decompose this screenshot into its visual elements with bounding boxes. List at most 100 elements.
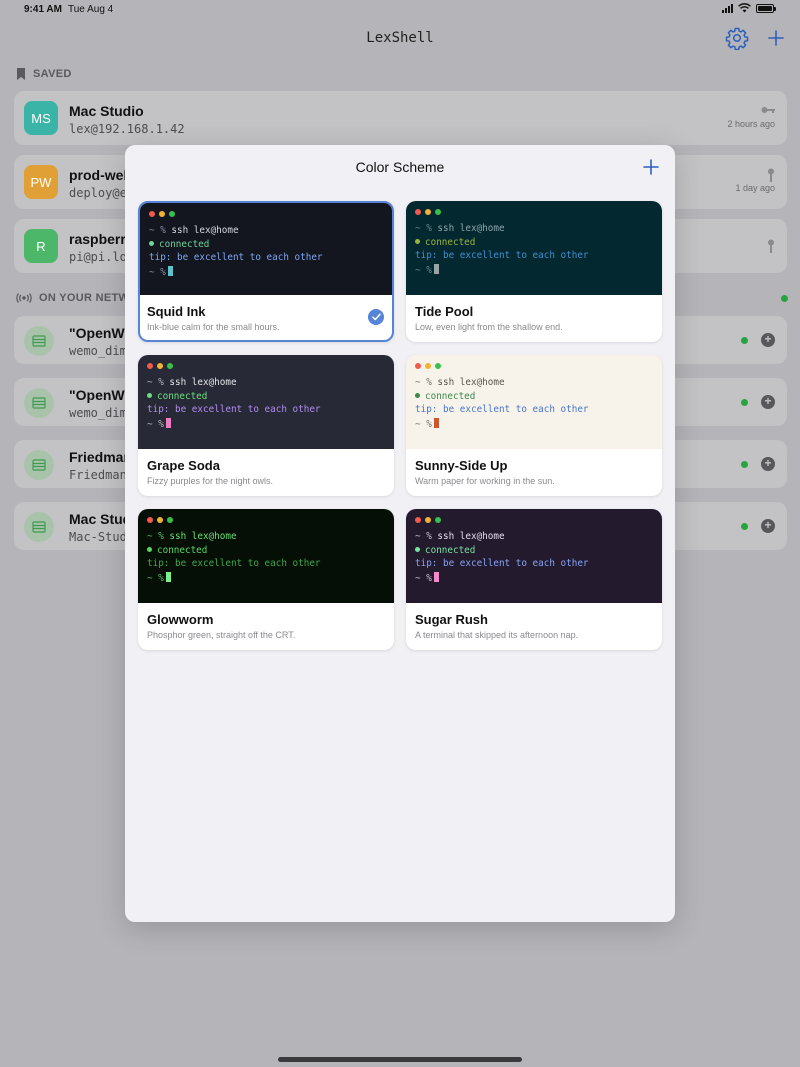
online-status-dot	[741, 399, 748, 406]
broadcast-icon	[16, 293, 32, 303]
key-icon	[761, 107, 775, 113]
preview-prompt: ~ %	[149, 267, 166, 278]
terminal-preview: ~ % ssh lex@home connected tip: be excelle…	[140, 203, 392, 295]
terminal-preview: ~ % ssh lex@home connected tip: be excelle…	[406, 355, 662, 449]
color-scheme-card[interactable]: ~ % ssh lex@home connected tip: be excelle…	[406, 355, 662, 496]
preview-tip: tip: be excellent to each other	[415, 250, 589, 261]
preview-status-line: connected	[147, 545, 207, 556]
host-address: Mac-Stud	[69, 530, 127, 544]
status-dot	[147, 393, 152, 398]
preview-command-line: ~ % ssh lex@home	[147, 531, 237, 542]
preview-command: ssh lex@home	[437, 223, 505, 234]
preview-status: connected	[425, 391, 476, 402]
preview-prompt: ~ %	[415, 573, 432, 584]
settings-button[interactable]	[725, 26, 749, 51]
preview-command: ssh lex@home	[437, 377, 505, 388]
preview-command: ssh lex@home	[169, 377, 237, 388]
status-dot	[415, 393, 420, 398]
preview-prompt: ~ %	[415, 223, 432, 234]
add-network-host-button[interactable]: +	[761, 395, 775, 409]
preview-status-line: connected	[149, 239, 209, 250]
scheme-name: Sunny-Side Up	[415, 458, 508, 473]
saved-host-row[interactable]: MS Mac Studio lex@192.168.1.42 2 hours a…	[14, 91, 787, 145]
preview-prompt: ~ %	[149, 225, 166, 236]
key-icon	[768, 168, 774, 182]
preview-command-line: ~ % ssh lex@home	[147, 377, 237, 388]
gear-icon	[725, 27, 749, 51]
preview-tip: tip: be excellent to each other	[149, 252, 323, 263]
status-time: 9:41 AM	[24, 4, 62, 15]
preview-tip: tip: be excellent to each other	[415, 404, 589, 415]
plus-icon	[768, 30, 784, 46]
cellular-signal-icon	[722, 3, 733, 13]
preview-command-line: ~ % ssh lex@home	[149, 225, 239, 236]
scheme-name: Glowworm	[147, 612, 214, 627]
online-status-dot	[741, 523, 748, 530]
network-status-dot	[781, 295, 788, 302]
add-network-host-button[interactable]: +	[761, 457, 775, 471]
host-address: deploy@e	[69, 186, 127, 200]
preview-command-line: ~ % ssh lex@home	[415, 531, 505, 542]
avatar: MS	[24, 101, 58, 135]
preview-command: ssh lex@home	[169, 531, 237, 542]
status-dot	[147, 547, 152, 552]
host-title: "OpenWr	[69, 325, 130, 341]
host-title: Mac Stud	[69, 511, 132, 527]
scheme-description: Warm paper for working in the sun.	[415, 476, 555, 486]
preview-command: ssh lex@home	[171, 225, 239, 236]
scheme-name: Squid Ink	[147, 304, 206, 319]
scheme-name: Tide Pool	[415, 304, 474, 319]
preview-status-line: connected	[415, 545, 475, 556]
battery-icon	[756, 3, 776, 13]
host-address: lex@192.168.1.42	[69, 122, 185, 136]
online-status-dot	[741, 461, 748, 468]
terminal-cursor	[433, 572, 439, 582]
server-icon	[24, 450, 54, 480]
status-dot	[415, 239, 420, 244]
host-title: prod-web	[69, 167, 132, 183]
status-bar: 9:41 AM Tue Aug 4	[0, 0, 800, 20]
scheme-description: Phosphor green, straight off the CRT.	[147, 630, 296, 640]
key-icon	[768, 239, 774, 253]
server-icon	[24, 388, 54, 418]
terminal-cursor	[165, 418, 171, 428]
status-icons	[722, 3, 776, 13]
preview-status-line: connected	[415, 237, 475, 248]
color-scheme-card[interactable]: ~ % ssh lex@home connected tip: be excelle…	[406, 509, 662, 650]
preview-status: connected	[157, 545, 208, 556]
host-title: "OpenWr	[69, 387, 130, 403]
preview-prompt-line: ~ %	[147, 572, 171, 584]
color-scheme-card[interactable]: ~ % ssh lex@home connected tip: be excelle…	[138, 201, 394, 342]
preview-status-line: connected	[415, 391, 475, 402]
window-controls	[415, 209, 441, 215]
preview-prompt-line: ~ %	[415, 264, 439, 276]
preview-command-line: ~ % ssh lex@home	[415, 377, 505, 388]
preview-tip: tip: be excellent to each other	[415, 558, 589, 569]
host-address: Friedman	[69, 468, 127, 482]
last-connected: 2 hours ago	[727, 119, 775, 129]
scheme-description: Low, even light from the shallow end.	[415, 322, 563, 332]
add-network-host-button[interactable]: +	[761, 333, 775, 347]
add-network-host-button[interactable]: +	[761, 519, 775, 533]
color-scheme-card[interactable]: ~ % ssh lex@home connected tip: be excelle…	[138, 355, 394, 496]
plus-icon	[643, 159, 659, 175]
preview-tip: tip: be excellent to each other	[147, 558, 321, 569]
color-scheme-card[interactable]: ~ % ssh lex@home connected tip: be excelle…	[406, 201, 662, 342]
scheme-description: A terminal that skipped its afternoon na…	[415, 630, 579, 640]
color-scheme-card[interactable]: ~ % ssh lex@home connected tip: be excelle…	[138, 509, 394, 650]
scheme-name: Grape Soda	[147, 458, 220, 473]
status-dot	[415, 547, 420, 552]
saved-section-header: SAVED	[16, 68, 72, 80]
add-host-button[interactable]	[764, 26, 788, 50]
add-scheme-button[interactable]	[641, 157, 661, 177]
avatar: R	[24, 229, 58, 263]
server-icon	[24, 512, 54, 542]
host-address: wemo_dim	[69, 344, 127, 358]
preview-prompt: ~ %	[147, 419, 164, 430]
server-icon	[24, 326, 54, 356]
host-title: Friedman	[69, 449, 133, 465]
preview-status: connected	[425, 545, 476, 556]
color-scheme-sheet: Color Scheme ~ % ssh lex@home connected ti…	[125, 145, 675, 922]
terminal-preview: ~ % ssh lex@home connected tip: be excelle…	[138, 509, 394, 603]
sheet-title: Color Scheme	[355, 159, 445, 175]
